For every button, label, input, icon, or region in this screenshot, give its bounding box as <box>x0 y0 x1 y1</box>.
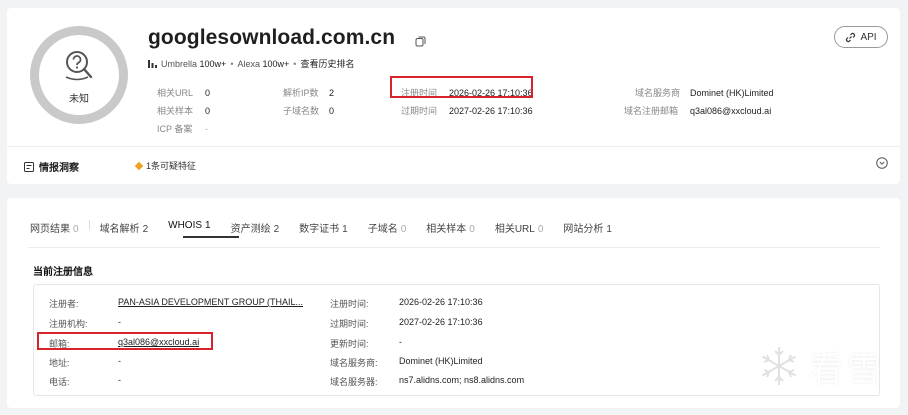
tab-dns[interactable]: 域名解析 2 <box>100 220 149 235</box>
tab-related-urls[interactable]: 相关URL 0 <box>495 220 544 235</box>
suspicious-feature[interactable]: 1条可疑特征 <box>134 159 196 172</box>
tab-certificates[interactable]: 数字证书 1 <box>299 220 348 235</box>
rank-line: Umbrella 100w+ • Alexa 100w+ • 查看历史排名 <box>148 57 354 70</box>
rank-history-link[interactable]: 查看历史排名 <box>300 57 354 70</box>
umbrella-label: Umbrella <box>161 58 198 69</box>
unknown-risk-icon <box>65 51 93 81</box>
domain-title: googlesownload.com.cn <box>148 26 396 49</box>
meta-expire-time: 过期时间 2027-02-26 17:10:36 <box>401 106 533 116</box>
tab-web-results[interactable]: 网页结果 0 <box>30 220 79 235</box>
watermark-text: 看雪 <box>809 349 885 390</box>
chevron-down-icon[interactable] <box>876 157 888 169</box>
meta-reg-email: 域名注册邮箱 q3al086@xxcloud.ai <box>624 106 772 116</box>
meta-related-url: 相关URL 0 <box>157 88 211 98</box>
warning-diamond-icon <box>134 161 144 170</box>
meta-dns-ip: 解析IP数 2 <box>283 88 335 98</box>
highlight-box-email <box>37 332 213 350</box>
link-icon <box>846 32 856 42</box>
divider <box>7 146 900 147</box>
risk-label: 未知 <box>69 94 89 105</box>
intel-insight-title[interactable]: 情报洞察 <box>24 159 79 174</box>
copy-icon[interactable] <box>415 36 426 47</box>
risk-score-ring: 未知 <box>30 26 128 124</box>
bar-chart-icon <box>148 59 157 68</box>
section-title: 当前注册信息 <box>33 267 93 278</box>
tab-site-analysis[interactable]: 网站分析 1 <box>563 220 612 235</box>
report-icon <box>24 161 34 172</box>
tab-asset-mapping[interactable]: 资产测绘 2 <box>231 220 280 235</box>
watermark: 看雪 <box>757 340 892 392</box>
tab-subdomains[interactable]: 子域名 0 <box>368 220 407 235</box>
meta-registrar: 域名服务商 Dominet (HK)Limited <box>635 88 774 98</box>
meta-icp: ICP 备案 - <box>157 124 208 134</box>
meta-related-sample: 相关样本 0 <box>157 106 211 116</box>
meta-subdomain: 子域名数 0 <box>283 106 335 116</box>
active-tab-indicator <box>183 236 239 238</box>
api-label: API <box>860 31 877 43</box>
api-button[interactable]: API <box>834 26 888 48</box>
tab-bar: 网页结果 0 域名解析 2 WHOIS 1 资产测绘 2 数字证书 1 子域名 0 相关样本… <box>30 220 612 235</box>
snowflake-icon <box>762 347 796 385</box>
highlight-box-reg-time <box>390 76 533 98</box>
alexa-label: Alexa <box>237 58 260 69</box>
tab-whois[interactable]: WHOIS 1 <box>168 220 210 235</box>
umbrella-value: 100w+ <box>199 58 227 69</box>
tab-related-samples[interactable]: 相关样本 0 <box>426 220 475 235</box>
divider <box>28 247 880 248</box>
alexa-value: 100w+ <box>262 58 290 69</box>
